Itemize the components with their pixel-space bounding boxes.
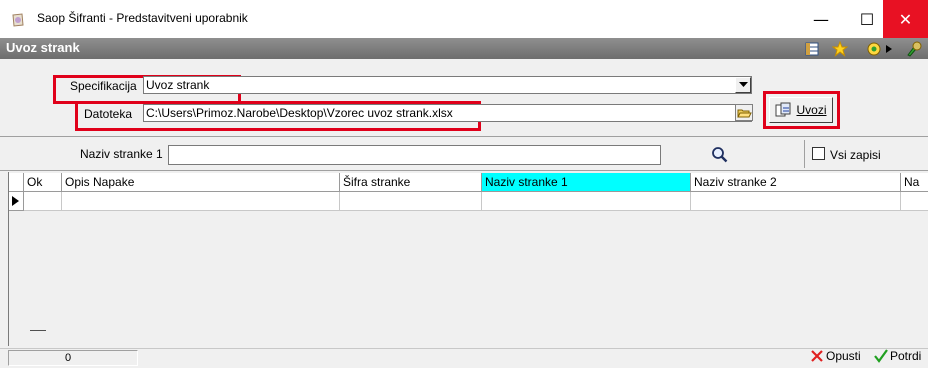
cell-na[interactable] <box>901 192 928 211</box>
column-header-na[interactable]: Na <box>901 173 928 192</box>
uvozi-label: Uvozi <box>796 103 827 117</box>
confirm-button[interactable]: Potrdi <box>874 349 921 363</box>
cell-sifra-stranke[interactable] <box>340 192 482 211</box>
record-count-panel: 0 <box>8 350 138 366</box>
cancel-x-icon <box>811 350 823 362</box>
import-icon <box>775 102 791 117</box>
form-header <box>0 38 928 59</box>
separator <box>0 170 928 171</box>
datoteka-input[interactable]: C:\Users\Primoz.Narobe\Desktop\Vzorec uv… <box>143 104 752 122</box>
status-bar <box>0 348 928 368</box>
datoteka-label: Datoteka <box>84 107 133 121</box>
splitter-handle[interactable] <box>30 330 46 331</box>
column-header-naziv-stranke-1[interactable]: Naziv stranke 1 <box>482 173 691 192</box>
cell-opis-napake[interactable] <box>62 192 340 211</box>
cell-naziv-stranke-1[interactable] <box>482 192 691 211</box>
vsi-zapisi-label: Vsi zapisi <box>830 148 881 162</box>
confirm-label: Potrdi <box>890 349 922 363</box>
vsi-zapisi-checkbox[interactable] <box>812 147 825 160</box>
current-row-arrow-icon <box>12 196 19 206</box>
filter-input[interactable] <box>168 145 661 165</box>
arrow-icon[interactable] <box>884 41 894 57</box>
window-title: Saop Šifranti - Predstavitveni uporabnik <box>37 11 248 25</box>
app-icon <box>12 13 24 27</box>
specifikacija-select[interactable]: Uvoz strank <box>143 76 752 94</box>
cancel-label: Opusti <box>826 349 861 363</box>
chevron-down-icon <box>738 82 748 87</box>
form-title: Uvoz strank <box>6 40 80 55</box>
record-count: 0 <box>65 352 72 364</box>
uvozi-button[interactable]: Uvozi <box>769 97 833 123</box>
column-header-opis-napake[interactable]: Opis Napake <box>62 173 340 192</box>
dropdown-button[interactable] <box>735 77 751 93</box>
close-button[interactable]: ✕ <box>883 0 928 38</box>
minimize-button[interactable]: — <box>798 0 844 38</box>
separator <box>0 136 928 137</box>
cell-naziv-stranke-2[interactable] <box>691 192 901 211</box>
row-indicator-header <box>9 173 24 192</box>
filter-label: Naziv stranke 1 <box>80 147 163 161</box>
specifikacija-label: Specifikacija <box>70 79 137 93</box>
search-icon[interactable] <box>711 146 728 163</box>
grid-icon[interactable] <box>804 41 820 57</box>
checkmark-icon <box>874 349 888 363</box>
datoteka-value: C:\Users\Primoz.Narobe\Desktop\Vzorec uv… <box>146 106 453 120</box>
column-header-ok[interactable]: Ok <box>24 173 62 192</box>
tools-icon[interactable] <box>906 41 922 57</box>
row-selector[interactable] <box>9 192 24 211</box>
filter-divider <box>804 140 805 168</box>
cell-ok[interactable] <box>24 192 62 211</box>
open-folder-icon[interactable] <box>735 104 753 121</box>
specifikacija-value: Uvoz strank <box>146 78 210 92</box>
column-header-sifra-stranke[interactable]: Šifra stranke <box>340 173 482 192</box>
star-icon[interactable] <box>832 41 848 57</box>
help-icon[interactable] <box>866 41 882 57</box>
column-header-naziv-stranke-2[interactable]: Naziv stranke 2 <box>691 173 901 192</box>
cancel-button[interactable]: Opusti <box>810 349 861 363</box>
